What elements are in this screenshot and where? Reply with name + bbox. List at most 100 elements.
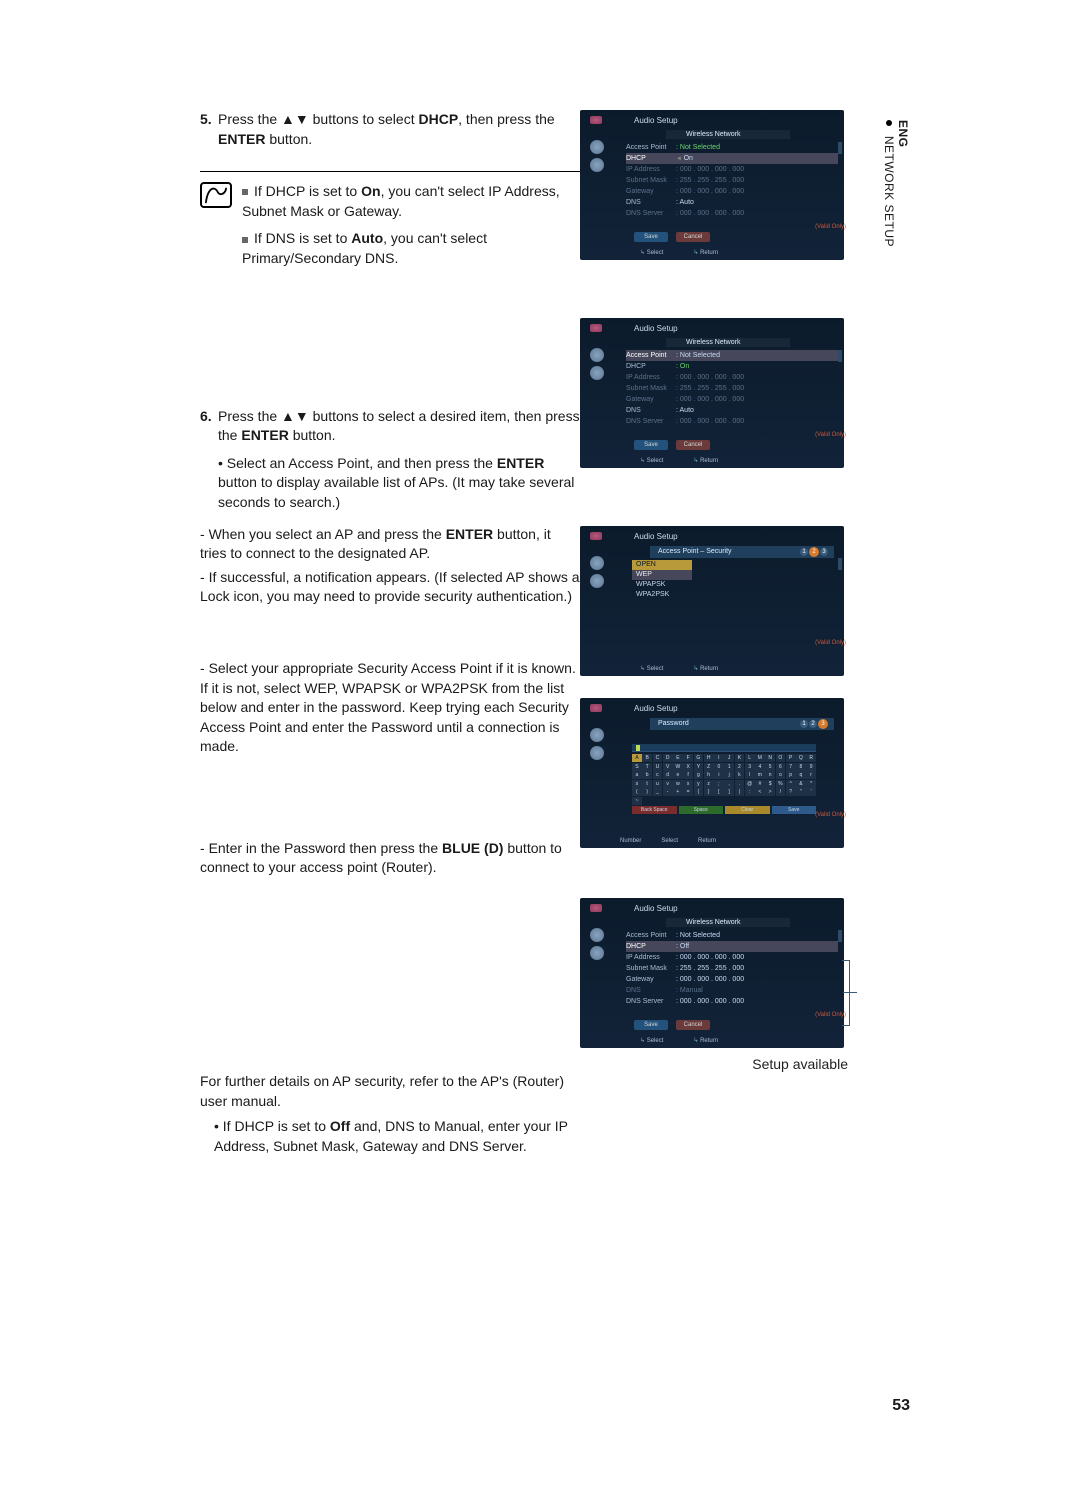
- key[interactable]: C: [653, 754, 663, 762]
- key-save[interactable]: Save: [772, 806, 817, 814]
- key[interactable]: _: [653, 788, 663, 796]
- key[interactable]: E: [673, 754, 683, 762]
- key[interactable]: 7: [786, 763, 796, 771]
- key[interactable]: e: [673, 771, 683, 779]
- key[interactable]: =: [683, 788, 693, 796]
- opt-open[interactable]: OPEN: [632, 560, 692, 570]
- key[interactable]: ,: [724, 780, 734, 788]
- key[interactable]: #: [755, 780, 765, 788]
- cancel-button[interactable]: Cancel: [676, 232, 710, 242]
- key[interactable]: 6: [776, 763, 786, 771]
- key[interactable]: 5: [765, 763, 775, 771]
- key[interactable]: j: [724, 771, 734, 779]
- key[interactable]: +: [673, 788, 683, 796]
- key[interactable]: F: [683, 754, 693, 762]
- key[interactable]: 3: [745, 763, 755, 771]
- key[interactable]: {: [694, 788, 704, 796]
- cancel-button[interactable]: Cancel: [676, 440, 710, 450]
- key[interactable]: o: [776, 771, 786, 779]
- key[interactable]: B: [642, 754, 652, 762]
- key[interactable]: h: [704, 771, 714, 779]
- key[interactable]: K: [735, 754, 745, 762]
- key[interactable]: U: [653, 763, 663, 771]
- key[interactable]: *: [806, 780, 816, 788]
- key[interactable]: /: [776, 788, 786, 796]
- key[interactable]: H: [704, 754, 714, 762]
- key[interactable]: ]: [724, 788, 734, 796]
- key[interactable]: m: [755, 771, 765, 779]
- key[interactable]: Q: [796, 754, 806, 762]
- key[interactable]: }: [704, 788, 714, 796]
- key[interactable]: b: [642, 771, 652, 779]
- key[interactable]: P: [786, 754, 796, 762]
- key-backspace[interactable]: Back Space: [632, 806, 677, 814]
- key[interactable]: (: [632, 788, 642, 796]
- key[interactable]: I: [714, 754, 724, 762]
- key[interactable]: ~: [632, 797, 642, 805]
- key[interactable]: T: [642, 763, 652, 771]
- key[interactable]: Z: [704, 763, 714, 771]
- opt-wep[interactable]: WEP: [632, 570, 692, 580]
- key[interactable]: 4: [755, 763, 765, 771]
- password-input[interactable]: [632, 744, 816, 752]
- key[interactable]: ': [806, 788, 816, 796]
- key[interactable]: -: [663, 788, 673, 796]
- save-button[interactable]: Save: [634, 232, 668, 242]
- key[interactable]: k: [735, 771, 745, 779]
- key[interactable]: @: [745, 780, 755, 788]
- key[interactable]: x: [683, 780, 693, 788]
- onscreen-keyboard[interactable]: ABCDEFGHIJKLMNOPQRSTUVWXYZ0123456789abcd…: [632, 744, 816, 814]
- key[interactable]: 0: [714, 763, 724, 771]
- key[interactable]: N: [765, 754, 775, 762]
- key[interactable]: ": [796, 788, 806, 796]
- key[interactable]: 8: [796, 763, 806, 771]
- key[interactable]: ^: [786, 780, 796, 788]
- key[interactable]: S: [632, 763, 642, 771]
- key[interactable]: .: [735, 780, 745, 788]
- key[interactable]: c: [653, 771, 663, 779]
- key[interactable]: W: [673, 763, 683, 771]
- cancel-button[interactable]: Cancel: [676, 1020, 710, 1030]
- key[interactable]: J: [724, 754, 734, 762]
- key[interactable]: L: [745, 754, 755, 762]
- key[interactable]: g: [694, 771, 704, 779]
- key[interactable]: v: [663, 780, 673, 788]
- key[interactable]: [: [714, 788, 724, 796]
- key-space[interactable]: Space: [679, 806, 724, 814]
- key[interactable]: %: [776, 780, 786, 788]
- key-clear[interactable]: Clear: [725, 806, 770, 814]
- key[interactable]: u: [653, 780, 663, 788]
- key[interactable]: R: [806, 754, 816, 762]
- key[interactable]: s: [632, 780, 642, 788]
- key[interactable]: f: [683, 771, 693, 779]
- key[interactable]: O: [776, 754, 786, 762]
- key[interactable]: A: [632, 754, 642, 762]
- key[interactable]: ): [642, 788, 652, 796]
- scrollbar[interactable]: [838, 930, 842, 942]
- key[interactable]: z: [704, 780, 714, 788]
- key[interactable]: V: [663, 763, 673, 771]
- key[interactable]: l: [745, 771, 755, 779]
- key[interactable]: M: [755, 754, 765, 762]
- key[interactable]: w: [673, 780, 683, 788]
- scrollbar[interactable]: [838, 350, 842, 362]
- save-button[interactable]: Save: [634, 440, 668, 450]
- key[interactable]: 1: [724, 763, 734, 771]
- key[interactable]: X: [683, 763, 693, 771]
- key[interactable]: D: [663, 754, 673, 762]
- key[interactable]: 2: [735, 763, 745, 771]
- key[interactable]: ;: [714, 780, 724, 788]
- key[interactable]: $: [765, 780, 775, 788]
- opt-wpapsk[interactable]: WPAPSK: [632, 580, 692, 590]
- key[interactable]: r: [806, 771, 816, 779]
- key[interactable]: i: [714, 771, 724, 779]
- key[interactable]: &: [796, 780, 806, 788]
- key[interactable]: t: [642, 780, 652, 788]
- key[interactable]: Y: [694, 763, 704, 771]
- scrollbar[interactable]: [838, 142, 842, 154]
- key[interactable]: ?: [786, 788, 796, 796]
- opt-wpa2psk[interactable]: WPA2PSK: [632, 590, 692, 600]
- key[interactable]: G: [694, 754, 704, 762]
- key[interactable]: 9: [806, 763, 816, 771]
- key[interactable]: |: [735, 788, 745, 796]
